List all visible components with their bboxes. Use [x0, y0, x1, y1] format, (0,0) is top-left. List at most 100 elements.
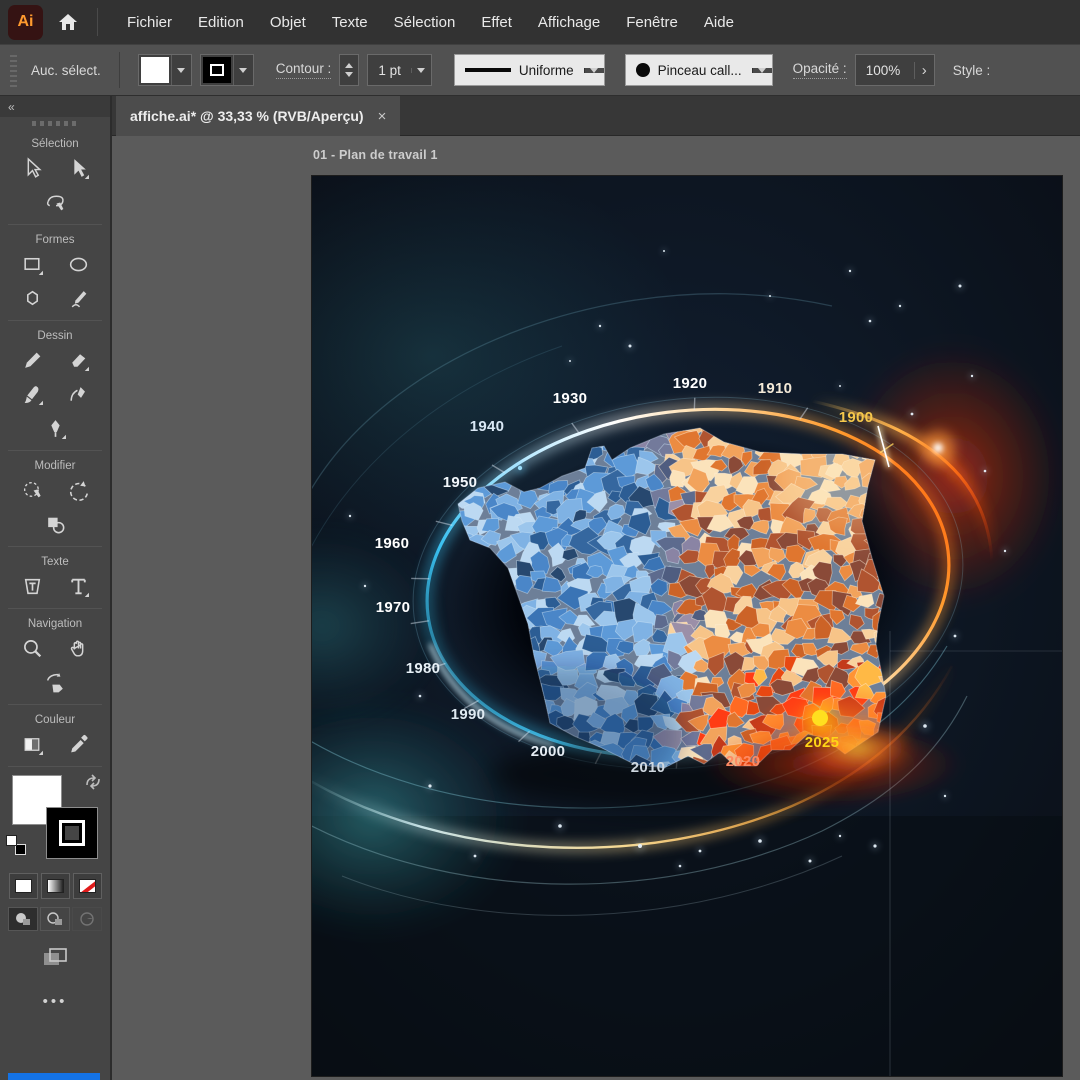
touch-type-tool[interactable]: [19, 573, 45, 599]
type-tool[interactable]: [65, 573, 91, 599]
paint-style-buttons: [0, 873, 110, 899]
stroke-weight-label[interactable]: Contour :: [276, 61, 332, 79]
toolbar-section-selection: Sélection: [0, 138, 110, 215]
toolbar-section-couleur: Couleur: [0, 714, 110, 757]
more-tools-button[interactable]: •••: [0, 993, 110, 1010]
fill-swatch[interactable]: [141, 57, 169, 83]
timeline-year-1920: 1920: [673, 375, 708, 392]
timeline-year-1930: 1930: [553, 390, 588, 407]
direct-selection-tool[interactable]: [65, 155, 91, 181]
stroke-weight-value: 1 pt: [368, 63, 411, 78]
home-icon[interactable]: [57, 11, 79, 33]
chevron-down-icon[interactable]: [584, 68, 604, 73]
section-divider: [8, 224, 102, 225]
menu-selection[interactable]: Sélection: [381, 0, 469, 44]
stroke-proxy-swatch[interactable]: [46, 807, 98, 859]
stroke-swatch[interactable]: [203, 57, 231, 83]
timeline-year-2010: 2010: [631, 759, 666, 776]
menu-aide[interactable]: Aide: [691, 0, 747, 44]
selection-tool[interactable]: [19, 155, 45, 181]
panel-drag-handle[interactable]: [0, 117, 110, 129]
menu-items: FichierEditionObjetTexteSélectionEffetAf…: [114, 0, 747, 44]
zoom-tool[interactable]: [19, 635, 45, 661]
brush-select[interactable]: Pinceau call...: [625, 54, 773, 86]
none-button[interactable]: [73, 873, 102, 899]
brush-dot-icon: [636, 63, 650, 77]
draw-behind-mode[interactable]: [40, 907, 70, 931]
next-icon[interactable]: ›: [914, 62, 934, 79]
timeline-year-1910: 1910: [758, 380, 793, 397]
section-title: Sélection: [0, 138, 110, 150]
menu-affichage[interactable]: Affichage: [525, 0, 613, 44]
shaper-tool[interactable]: [65, 285, 91, 311]
gradient-tool[interactable]: [19, 731, 45, 757]
chevron-down-icon[interactable]: [752, 68, 772, 73]
fill-color-control[interactable]: [138, 54, 192, 86]
swap-fill-stroke-icon[interactable]: [84, 773, 102, 796]
app-logo-icon[interactable]: Ai: [8, 5, 43, 40]
panel-grip[interactable]: [10, 53, 17, 87]
brush-value: Pinceau call...: [658, 63, 742, 78]
chevron-down-icon[interactable]: [233, 55, 253, 85]
pencil-tool[interactable]: [19, 347, 45, 373]
color-button[interactable]: [9, 873, 38, 899]
rectangle-tool[interactable]: [19, 251, 45, 277]
ellipse-shape-tool[interactable]: [65, 251, 91, 277]
canvas-pasteboard[interactable]: 01 - Plan de travail 1 19001910192019301…: [112, 136, 1080, 1080]
default-colors-icon[interactable]: [6, 835, 26, 855]
section-divider: [8, 704, 102, 705]
menu-texte[interactable]: Texte: [319, 0, 381, 44]
separator: [119, 52, 120, 88]
edit-toolbar-accent[interactable]: [8, 1073, 100, 1080]
selection-status: Auc. sélect.: [31, 63, 101, 78]
close-icon[interactable]: ×: [378, 108, 387, 125]
pen-tool[interactable]: [42, 415, 68, 441]
opacity-field[interactable]: 100% ›: [855, 54, 935, 86]
style-label: Style :: [953, 63, 991, 78]
menu-fichier[interactable]: Fichier: [114, 0, 185, 44]
artboard-tool-icon[interactable]: [0, 945, 110, 971]
hand-tool[interactable]: [65, 635, 91, 661]
shape-builder-tool[interactable]: [42, 511, 68, 537]
artboard-label[interactable]: 01 - Plan de travail 1: [313, 148, 438, 162]
timeline-year-1900: 1900: [839, 409, 874, 426]
rotate-tool[interactable]: [65, 477, 91, 503]
stroke-weight-select[interactable]: 1 pt: [367, 54, 432, 86]
toolbar-section-modifier: Modifier: [0, 460, 110, 537]
menu-fenetre[interactable]: Fenêtre: [613, 0, 691, 44]
opacity-label[interactable]: Opacité :: [793, 61, 847, 79]
chevron-down-icon[interactable]: [411, 68, 431, 73]
document-tab[interactable]: affiche.ai* @ 33,33 % (RVB/Aperçu) ×: [116, 96, 400, 136]
menubar-separator: [97, 8, 98, 36]
gradient-button[interactable]: [41, 873, 70, 899]
eraser-tool[interactable]: [65, 347, 91, 373]
rotate-view-tool[interactable]: [42, 669, 68, 695]
draw-inside-mode[interactable]: [72, 907, 102, 931]
timeline-year-2020: 2020: [726, 753, 761, 770]
timeline-year-2000: 2000: [531, 743, 566, 760]
stroke-color-control[interactable]: [200, 54, 254, 86]
section-divider: [8, 608, 102, 609]
year-2025-marker-dot: [812, 710, 828, 726]
lasso-tool[interactable]: [42, 189, 68, 215]
toolbar-section-formes: Formes: [0, 234, 110, 311]
document-title: affiche.ai* @ 33,33 % (RVB/Aperçu): [130, 108, 364, 124]
eyedropper-tool[interactable]: [65, 731, 91, 757]
draw-normal-mode[interactable]: [8, 907, 38, 931]
menu-effet[interactable]: Effet: [468, 0, 525, 44]
menu-objet[interactable]: Objet: [257, 0, 319, 44]
variable-width-profile-select[interactable]: Uniforme: [454, 54, 605, 86]
stroke-weight-stepper[interactable]: [339, 54, 359, 86]
polygon-tool[interactable]: [19, 285, 45, 311]
panel-collapse-button[interactable]: «: [0, 96, 110, 117]
free-transform-tool[interactable]: [19, 477, 45, 503]
toolbar-section-texte: Texte: [0, 556, 110, 599]
paintbrush-tool[interactable]: [19, 381, 45, 407]
section-divider: [8, 766, 102, 767]
chevron-down-icon[interactable]: [171, 55, 191, 85]
menu-edition[interactable]: Edition: [185, 0, 257, 44]
artboard-area[interactable]: 1900191019201930194019501960197019801990…: [312, 176, 1062, 1076]
curvature-tool[interactable]: [65, 381, 91, 407]
section-divider: [8, 320, 102, 321]
opacity-value[interactable]: 100%: [856, 63, 914, 78]
